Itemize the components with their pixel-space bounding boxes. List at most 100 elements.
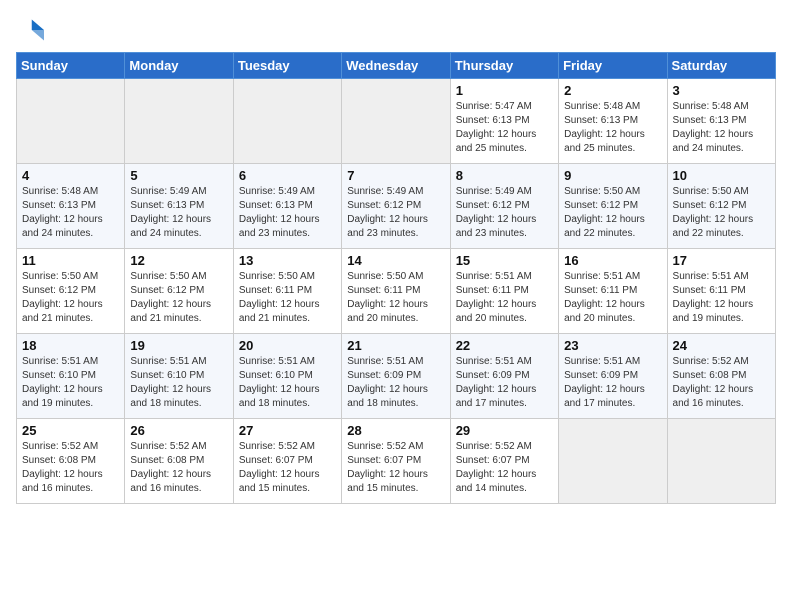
day-number: 2 [564, 83, 661, 98]
day-detail: Sunrise: 5:47 AMSunset: 6:13 PMDaylight:… [456, 100, 553, 156]
day-number: 3 [673, 83, 770, 98]
weekday-header-saturday: Saturday [667, 53, 775, 79]
calendar-cell: 4 Sunrise: 5:48 AMSunset: 6:13 PMDaylight… [17, 164, 125, 249]
calendar-cell [559, 419, 667, 504]
day-number: 29 [456, 423, 553, 438]
day-number: 26 [130, 423, 227, 438]
day-detail: Sunrise: 5:51 AMSunset: 6:10 PMDaylight:… [130, 355, 227, 411]
day-detail: Sunrise: 5:51 AMSunset: 6:09 PMDaylight:… [347, 355, 444, 411]
day-detail: Sunrise: 5:49 AMSunset: 6:12 PMDaylight:… [347, 185, 444, 241]
calendar-cell: 14 Sunrise: 5:50 AMSunset: 6:11 PMDayligh… [342, 249, 450, 334]
day-number: 7 [347, 168, 444, 183]
calendar-cell: 3 Sunrise: 5:48 AMSunset: 6:13 PMDaylight… [667, 79, 775, 164]
calendar-cell: 29 Sunrise: 5:52 AMSunset: 6:07 PMDayligh… [450, 419, 558, 504]
calendar-cell: 8 Sunrise: 5:49 AMSunset: 6:12 PMDaylight… [450, 164, 558, 249]
day-number: 19 [130, 338, 227, 353]
day-detail: Sunrise: 5:51 AMSunset: 6:11 PMDaylight:… [456, 270, 553, 326]
day-detail: Sunrise: 5:50 AMSunset: 6:12 PMDaylight:… [22, 270, 119, 326]
calendar-cell: 21 Sunrise: 5:51 AMSunset: 6:09 PMDayligh… [342, 334, 450, 419]
calendar-cell: 28 Sunrise: 5:52 AMSunset: 6:07 PMDayligh… [342, 419, 450, 504]
calendar-cell: 22 Sunrise: 5:51 AMSunset: 6:09 PMDayligh… [450, 334, 558, 419]
day-number: 18 [22, 338, 119, 353]
day-number: 24 [673, 338, 770, 353]
day-detail: Sunrise: 5:51 AMSunset: 6:11 PMDaylight:… [564, 270, 661, 326]
day-number: 16 [564, 253, 661, 268]
day-detail: Sunrise: 5:49 AMSunset: 6:13 PMDaylight:… [130, 185, 227, 241]
day-number: 10 [673, 168, 770, 183]
weekday-header-monday: Monday [125, 53, 233, 79]
day-number: 4 [22, 168, 119, 183]
day-number: 12 [130, 253, 227, 268]
calendar-cell: 19 Sunrise: 5:51 AMSunset: 6:10 PMDayligh… [125, 334, 233, 419]
weekday-header-friday: Friday [559, 53, 667, 79]
day-detail: Sunrise: 5:49 AMSunset: 6:13 PMDaylight:… [239, 185, 336, 241]
day-detail: Sunrise: 5:51 AMSunset: 6:10 PMDaylight:… [239, 355, 336, 411]
day-detail: Sunrise: 5:51 AMSunset: 6:11 PMDaylight:… [673, 270, 770, 326]
day-detail: Sunrise: 5:48 AMSunset: 6:13 PMDaylight:… [564, 100, 661, 156]
calendar-cell [233, 79, 341, 164]
day-number: 1 [456, 83, 553, 98]
calendar-cell [125, 79, 233, 164]
day-detail: Sunrise: 5:52 AMSunset: 6:07 PMDaylight:… [456, 440, 553, 496]
calendar-cell: 17 Sunrise: 5:51 AMSunset: 6:11 PMDayligh… [667, 249, 775, 334]
weekday-header-wednesday: Wednesday [342, 53, 450, 79]
day-detail: Sunrise: 5:52 AMSunset: 6:07 PMDaylight:… [347, 440, 444, 496]
calendar-cell: 27 Sunrise: 5:52 AMSunset: 6:07 PMDayligh… [233, 419, 341, 504]
page-header [16, 16, 776, 44]
calendar-cell: 18 Sunrise: 5:51 AMSunset: 6:10 PMDayligh… [17, 334, 125, 419]
calendar-table: SundayMondayTuesdayWednesdayThursdayFrid… [16, 52, 776, 504]
day-detail: Sunrise: 5:50 AMSunset: 6:12 PMDaylight:… [673, 185, 770, 241]
day-number: 22 [456, 338, 553, 353]
calendar-cell: 7 Sunrise: 5:49 AMSunset: 6:12 PMDaylight… [342, 164, 450, 249]
day-number: 8 [456, 168, 553, 183]
day-detail: Sunrise: 5:51 AMSunset: 6:10 PMDaylight:… [22, 355, 119, 411]
day-detail: Sunrise: 5:52 AMSunset: 6:08 PMDaylight:… [130, 440, 227, 496]
calendar-cell: 15 Sunrise: 5:51 AMSunset: 6:11 PMDayligh… [450, 249, 558, 334]
day-number: 13 [239, 253, 336, 268]
calendar-cell [17, 79, 125, 164]
day-detail: Sunrise: 5:48 AMSunset: 6:13 PMDaylight:… [22, 185, 119, 241]
calendar-cell: 1 Sunrise: 5:47 AMSunset: 6:13 PMDaylight… [450, 79, 558, 164]
day-number: 28 [347, 423, 444, 438]
day-number: 6 [239, 168, 336, 183]
calendar-cell: 16 Sunrise: 5:51 AMSunset: 6:11 PMDayligh… [559, 249, 667, 334]
day-detail: Sunrise: 5:52 AMSunset: 6:07 PMDaylight:… [239, 440, 336, 496]
day-number: 25 [22, 423, 119, 438]
day-detail: Sunrise: 5:50 AMSunset: 6:11 PMDaylight:… [347, 270, 444, 326]
day-detail: Sunrise: 5:50 AMSunset: 6:11 PMDaylight:… [239, 270, 336, 326]
weekday-header-thursday: Thursday [450, 53, 558, 79]
day-detail: Sunrise: 5:50 AMSunset: 6:12 PMDaylight:… [564, 185, 661, 241]
logo [16, 16, 48, 44]
day-detail: Sunrise: 5:48 AMSunset: 6:13 PMDaylight:… [673, 100, 770, 156]
calendar-cell: 24 Sunrise: 5:52 AMSunset: 6:08 PMDayligh… [667, 334, 775, 419]
calendar-cell [342, 79, 450, 164]
logo-icon [16, 16, 44, 44]
calendar-cell: 10 Sunrise: 5:50 AMSunset: 6:12 PMDayligh… [667, 164, 775, 249]
day-detail: Sunrise: 5:52 AMSunset: 6:08 PMDaylight:… [22, 440, 119, 496]
day-number: 5 [130, 168, 227, 183]
day-number: 27 [239, 423, 336, 438]
calendar-cell: 20 Sunrise: 5:51 AMSunset: 6:10 PMDayligh… [233, 334, 341, 419]
day-number: 23 [564, 338, 661, 353]
day-detail: Sunrise: 5:50 AMSunset: 6:12 PMDaylight:… [130, 270, 227, 326]
day-detail: Sunrise: 5:51 AMSunset: 6:09 PMDaylight:… [456, 355, 553, 411]
weekday-header-tuesday: Tuesday [233, 53, 341, 79]
day-detail: Sunrise: 5:49 AMSunset: 6:12 PMDaylight:… [456, 185, 553, 241]
day-number: 9 [564, 168, 661, 183]
calendar-cell: 13 Sunrise: 5:50 AMSunset: 6:11 PMDayligh… [233, 249, 341, 334]
day-detail: Sunrise: 5:52 AMSunset: 6:08 PMDaylight:… [673, 355, 770, 411]
day-detail: Sunrise: 5:51 AMSunset: 6:09 PMDaylight:… [564, 355, 661, 411]
day-number: 21 [347, 338, 444, 353]
weekday-header-sunday: Sunday [17, 53, 125, 79]
calendar-cell: 9 Sunrise: 5:50 AMSunset: 6:12 PMDaylight… [559, 164, 667, 249]
day-number: 14 [347, 253, 444, 268]
day-number: 20 [239, 338, 336, 353]
calendar-cell: 12 Sunrise: 5:50 AMSunset: 6:12 PMDayligh… [125, 249, 233, 334]
day-number: 11 [22, 253, 119, 268]
day-number: 17 [673, 253, 770, 268]
day-number: 15 [456, 253, 553, 268]
calendar-cell: 26 Sunrise: 5:52 AMSunset: 6:08 PMDayligh… [125, 419, 233, 504]
calendar-cell: 5 Sunrise: 5:49 AMSunset: 6:13 PMDaylight… [125, 164, 233, 249]
calendar-cell: 23 Sunrise: 5:51 AMSunset: 6:09 PMDayligh… [559, 334, 667, 419]
calendar-cell: 2 Sunrise: 5:48 AMSunset: 6:13 PMDaylight… [559, 79, 667, 164]
